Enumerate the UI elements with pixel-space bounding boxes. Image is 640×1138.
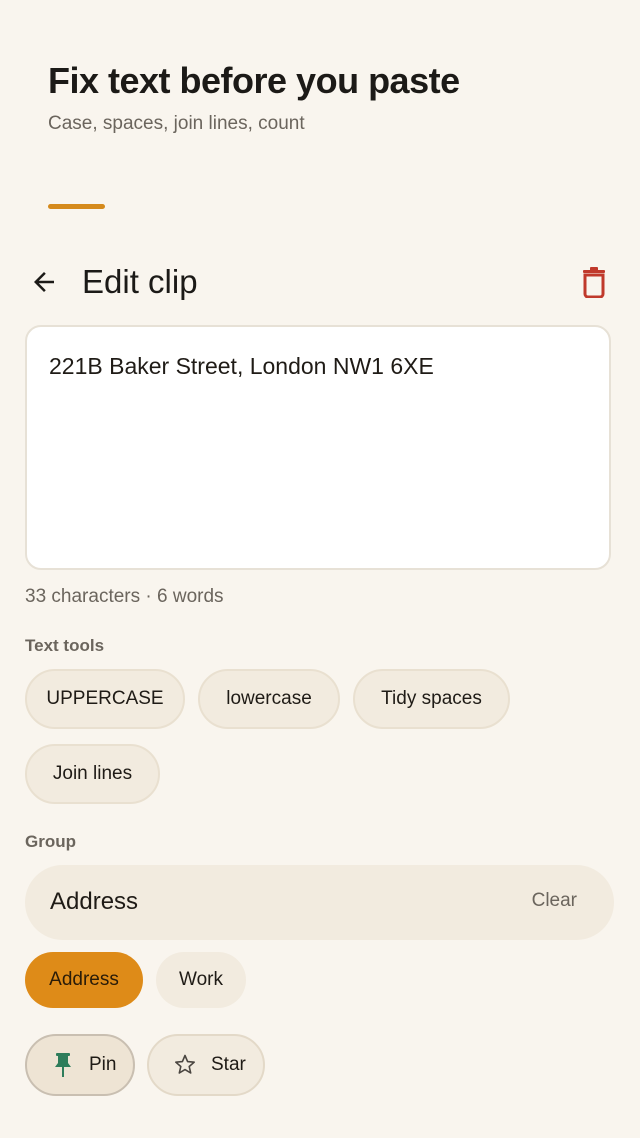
screen-title: Edit clip bbox=[82, 263, 198, 300]
star-outline-icon bbox=[171, 1051, 199, 1079]
group-input[interactable]: Address Clear bbox=[25, 865, 614, 940]
lowercase-button[interactable]: lowercase bbox=[198, 669, 340, 729]
star-toggle-button[interactable]: Star bbox=[147, 1034, 265, 1096]
join-lines-button[interactable]: Join lines bbox=[25, 744, 160, 804]
pin-label: Pin bbox=[89, 1054, 117, 1075]
tidy-spaces-button[interactable]: Tidy spaces bbox=[353, 669, 510, 729]
delete-clip-button[interactable] bbox=[572, 260, 616, 304]
accent-divider bbox=[48, 204, 105, 209]
group-option-work[interactable]: Work bbox=[156, 952, 246, 1008]
text-tools-label: Text tools bbox=[25, 636, 105, 655]
arrow-left-icon bbox=[34, 272, 54, 292]
page-header: Fix text before you paste Case, spaces, … bbox=[48, 58, 616, 136]
character-word-count: 33 characters · 6 words bbox=[25, 586, 224, 607]
page-subtitle: Case, spaces, join lines, count bbox=[48, 113, 305, 134]
page-title: Fix text before you paste bbox=[48, 60, 460, 101]
uppercase-button[interactable]: UPPERCASE bbox=[25, 669, 185, 729]
trash-icon bbox=[583, 267, 605, 298]
pin-icon bbox=[49, 1051, 77, 1079]
star-label: Star bbox=[211, 1054, 246, 1075]
back-button[interactable] bbox=[22, 260, 66, 304]
clip-text-editor[interactable]: 221B Baker Street, London NW1 6XE bbox=[25, 325, 611, 570]
group-option-address[interactable]: Address bbox=[25, 952, 143, 1008]
group-label: Group bbox=[25, 832, 76, 851]
edit-clip-toolbar: Edit clip bbox=[0, 252, 640, 312]
group-input-value: Address bbox=[50, 888, 139, 915]
pin-toggle-button[interactable]: Pin bbox=[25, 1034, 135, 1096]
clear-group-button[interactable]: Clear bbox=[532, 890, 577, 912]
